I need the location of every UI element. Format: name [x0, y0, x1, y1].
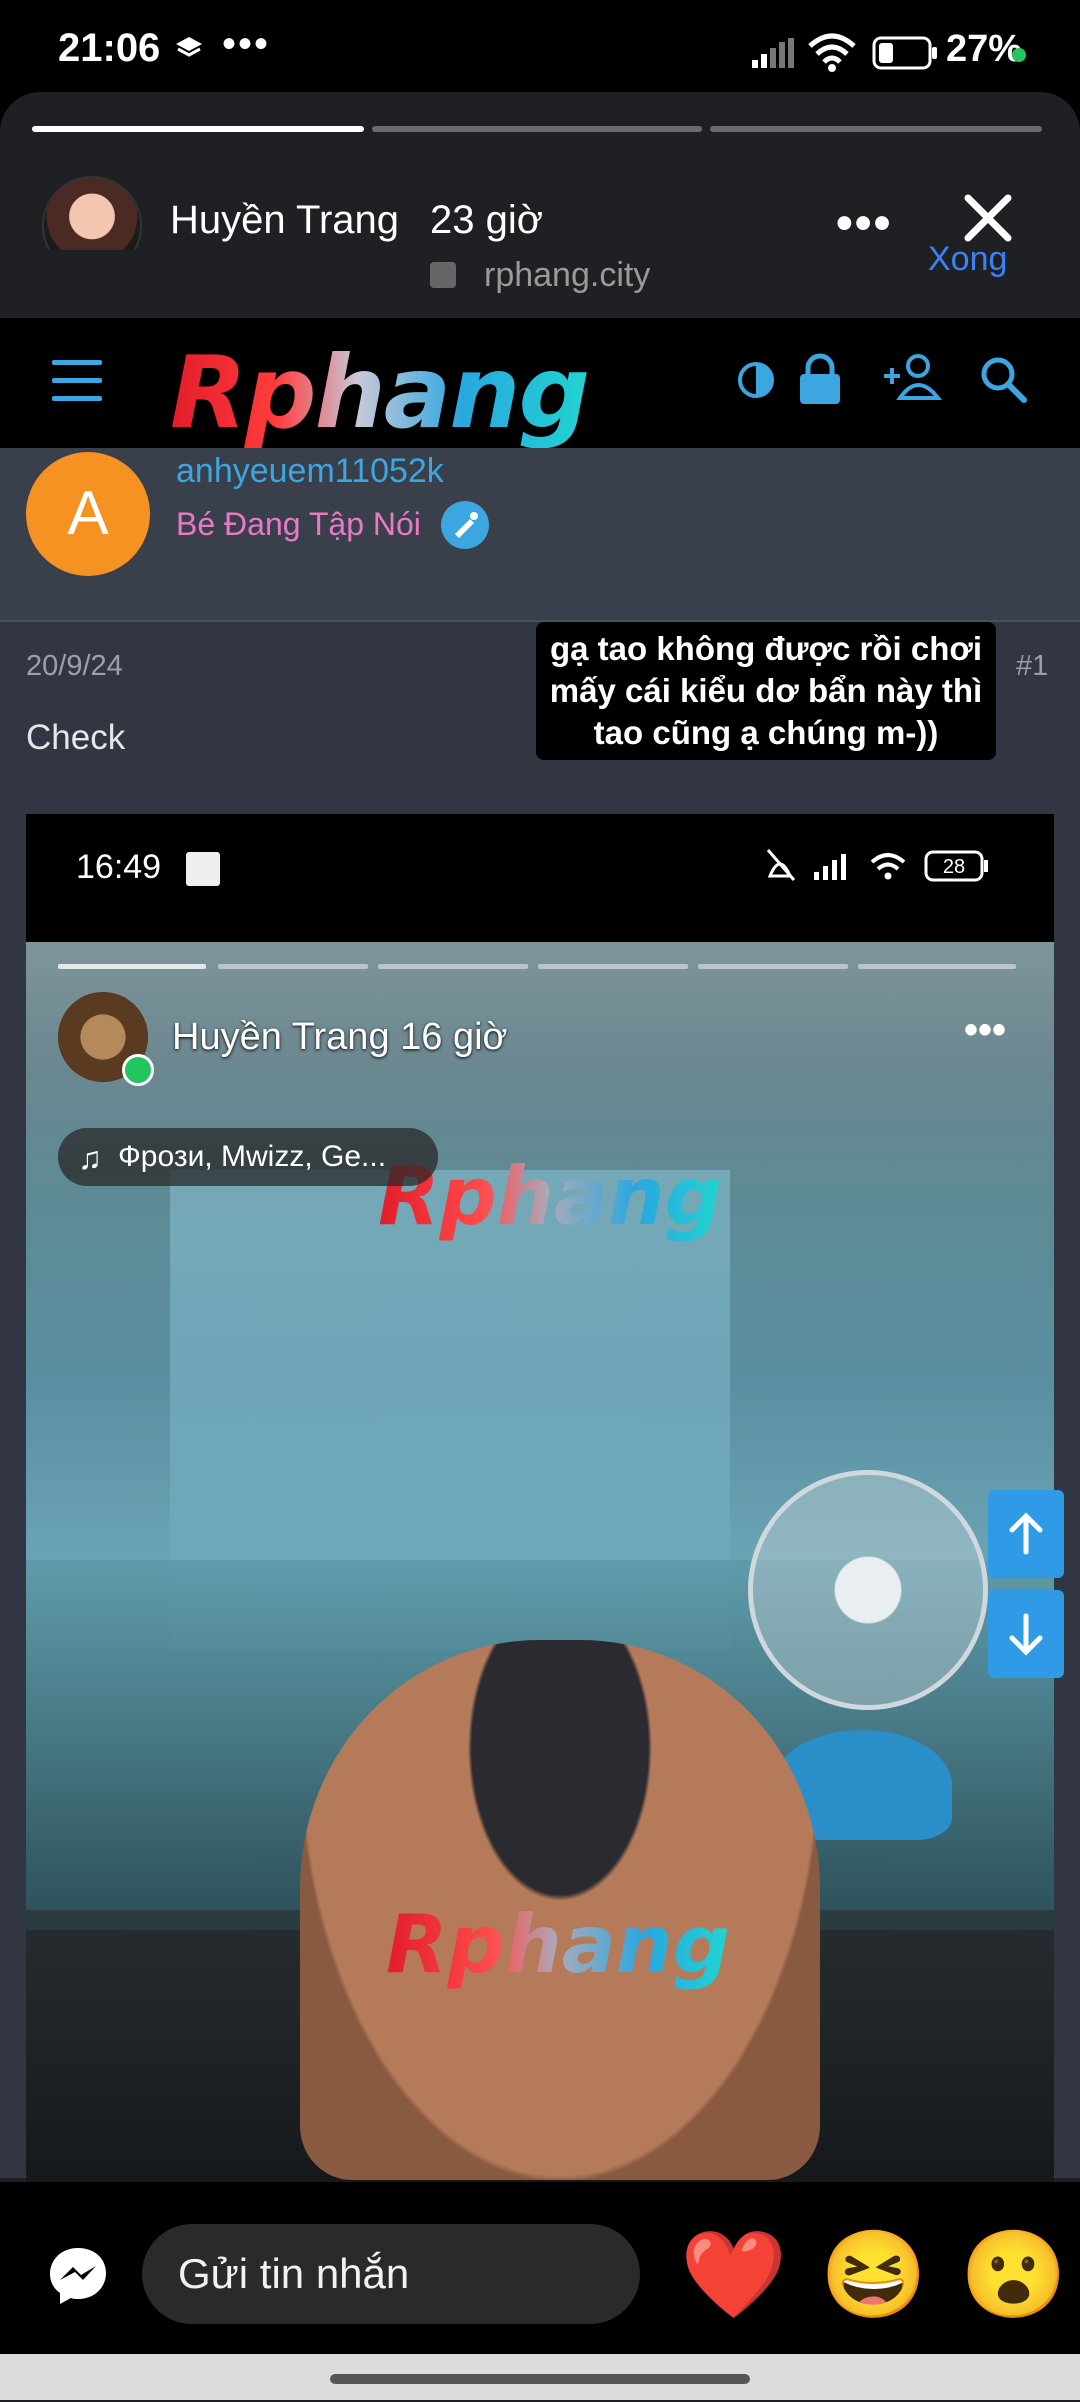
member-initial: A: [67, 479, 109, 548]
reaction-heart[interactable]: ❤️: [680, 2224, 787, 2325]
add-user-icon[interactable]: [880, 352, 944, 407]
story-time: 23 giờ: [430, 198, 543, 242]
done-button[interactable]: Xong: [928, 240, 1007, 279]
online-indicator: [122, 1054, 154, 1086]
charging-dot: [1012, 48, 1026, 62]
message-input[interactable]: [142, 2224, 640, 2324]
battery-percent: 27%: [946, 28, 1023, 70]
search-icon[interactable]: [978, 354, 1028, 409]
member-bar: [0, 448, 1080, 622]
embedded-progress: [538, 964, 688, 969]
story-username[interactable]: Huyền Trang: [170, 198, 399, 243]
embedded-time: 16:49: [76, 848, 162, 886]
embedded-progress: [858, 964, 1016, 969]
embedded-more-icon: •••: [964, 1008, 1007, 1052]
wifi-icon: [806, 32, 858, 77]
status-time: 21:06: [58, 26, 161, 70]
site-logo[interactable]: Rphang: [170, 334, 590, 451]
layers-icon: [174, 34, 204, 69]
embedded-progress: [58, 964, 206, 969]
member-name[interactable]: anhyeuem11052k: [176, 452, 444, 491]
notification-dots: •••: [222, 22, 271, 66]
scroll-down-button[interactable]: [988, 1590, 1064, 1678]
music-note-icon: ♫: [78, 1140, 102, 1176]
music-label: Фрози, Mwizz, Ge...: [118, 1140, 387, 1173]
embedded-progress: [698, 964, 848, 969]
signal-icon: [752, 38, 796, 73]
photo-fan: [748, 1470, 988, 1710]
embedded-user-time: 16 giờ: [400, 1016, 508, 1058]
url-lock-icon: [430, 262, 456, 288]
reaction-wow[interactable]: 😮: [960, 2224, 1067, 2325]
verified-icon: [440, 500, 490, 555]
reaction-laugh[interactable]: 😆: [820, 2224, 927, 2325]
embedded-username: Huyền Trang 16 giờ: [172, 1016, 508, 1058]
battery-icon: [872, 36, 938, 75]
messenger-icon[interactable]: [46, 2244, 110, 2313]
post-body: Check: [26, 718, 126, 757]
story-progress-3: [710, 126, 1042, 132]
post-date[interactable]: 20/9/24: [26, 650, 123, 683]
home-handle[interactable]: [330, 2374, 750, 2384]
embedded-square-icon: [186, 852, 220, 886]
embedded-progress: [378, 964, 528, 969]
hamburger-icon[interactable]: [52, 360, 102, 402]
story-more-button[interactable]: •••: [836, 196, 892, 251]
arrow-down-icon: [1009, 1613, 1043, 1656]
scroll-up-button[interactable]: [988, 1490, 1064, 1578]
url-text[interactable]: rphang.city: [484, 256, 650, 295]
story-caption: gạ tao không được rồi chơi mấy cái kiểu …: [536, 622, 996, 760]
watermark: Rphang: [386, 1898, 731, 1991]
post-number[interactable]: #1: [1016, 650, 1048, 683]
story-progress-1: [32, 126, 364, 132]
lock-icon[interactable]: [798, 352, 842, 411]
arrow-up-icon: [1009, 1512, 1043, 1555]
embedded-progress: [218, 964, 368, 969]
theme-icon[interactable]: [736, 360, 776, 405]
embedded-status-icons: 28: [766, 846, 996, 891]
member-title: Bé Đang Tập Nói: [176, 506, 421, 542]
story-progress-2: [372, 126, 702, 132]
embedded-battery: 28: [943, 856, 965, 878]
